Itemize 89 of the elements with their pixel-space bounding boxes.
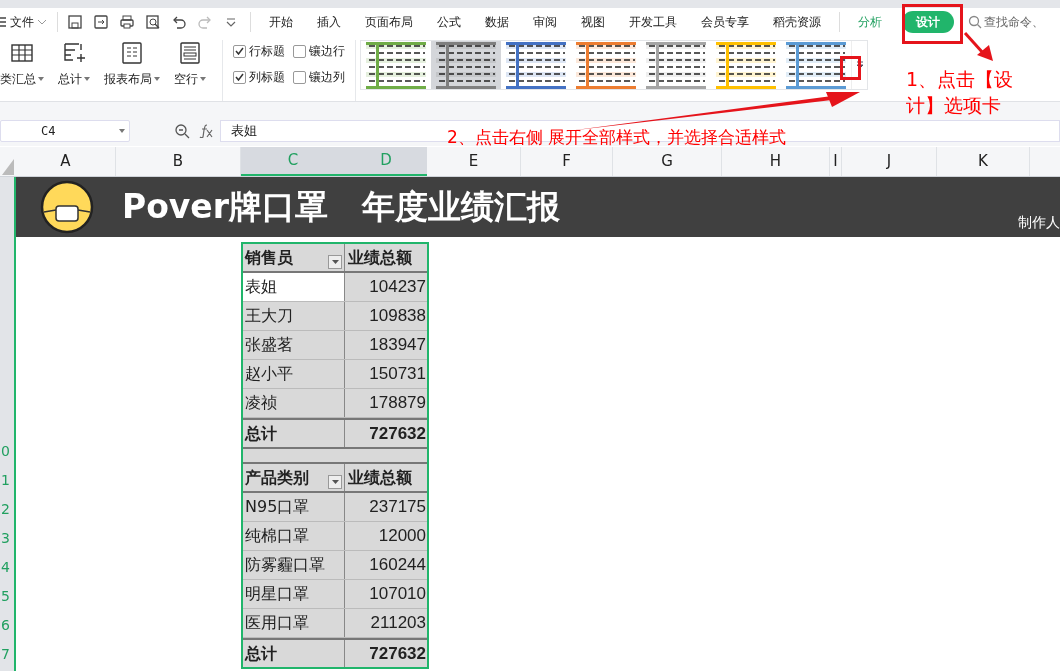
table-style-thumbnail[interactable] bbox=[431, 41, 501, 89]
ribbon-tab[interactable]: 稻壳资源 bbox=[761, 13, 833, 31]
ribbon-tab[interactable]: 会员专享 bbox=[689, 13, 761, 31]
table-cell[interactable]: 表姐 bbox=[243, 273, 345, 301]
caret-icon bbox=[119, 129, 125, 133]
checkbox[interactable]: 镶边行 bbox=[293, 42, 345, 60]
column-header[interactable]: I bbox=[830, 147, 842, 176]
annotation-arrow bbox=[963, 32, 993, 61]
ribbon-button[interactable]: 类汇总 bbox=[0, 40, 44, 88]
column-header[interactable]: J bbox=[842, 147, 937, 176]
ribbon-tab[interactable]: 插入 bbox=[305, 13, 353, 31]
table-cell[interactable]: 109838 bbox=[345, 302, 427, 330]
annotation-text: 1、点击【设计】选项卡 bbox=[906, 67, 1015, 118]
table-cell[interactable]: 明星口罩 bbox=[243, 580, 345, 608]
pivot-header: 业绩总额 bbox=[347, 466, 413, 489]
column-header[interactable]: K bbox=[937, 147, 1030, 176]
function-icon[interactable] bbox=[198, 124, 214, 138]
checkbox[interactable]: 行标题 bbox=[233, 42, 285, 60]
column-header[interactable]: H bbox=[722, 147, 830, 176]
table-cell[interactable]: 12000 bbox=[345, 522, 427, 550]
column-header[interactable]: F bbox=[521, 147, 613, 176]
filter-button[interactable] bbox=[328, 475, 342, 489]
table-cell[interactable]: 237175 bbox=[345, 493, 427, 521]
caret-icon bbox=[200, 77, 206, 81]
table-cell[interactable]: 183947 bbox=[345, 331, 427, 359]
table-cell[interactable]: 医用口罩 bbox=[243, 609, 345, 637]
column-header[interactable]: G bbox=[613, 147, 722, 176]
caret-icon bbox=[331, 260, 339, 264]
check-icon bbox=[235, 47, 244, 55]
zoom-out-icon[interactable] bbox=[174, 123, 190, 139]
table-cell[interactable]: 107010 bbox=[345, 580, 427, 608]
blank-row-icon bbox=[177, 40, 203, 66]
table-cell[interactable]: N95口罩 bbox=[243, 493, 345, 521]
highlight-box bbox=[902, 4, 963, 44]
column-header[interactable]: A bbox=[16, 147, 116, 176]
expand-icon bbox=[855, 61, 864, 69]
table-cell[interactable]: 总计 bbox=[243, 640, 345, 667]
table-cell[interactable]: 150731 bbox=[345, 360, 427, 388]
table-cell[interactable]: 211203 bbox=[345, 609, 427, 637]
menu-icon[interactable] bbox=[0, 16, 6, 28]
table-cell[interactable]: 赵小平 bbox=[243, 360, 345, 388]
caret-icon bbox=[154, 77, 160, 81]
save-icon[interactable] bbox=[67, 14, 83, 30]
table-cell[interactable]: 王大刀 bbox=[243, 302, 345, 330]
author-label: 制作人 bbox=[1018, 213, 1060, 232]
ribbon-tab[interactable]: 数据 bbox=[473, 13, 521, 31]
export-icon[interactable] bbox=[93, 14, 109, 30]
pivot-header: 业绩总额 bbox=[347, 246, 413, 269]
table-cell[interactable]: 凌祯 bbox=[243, 389, 345, 417]
ribbon-button[interactable]: 总计 bbox=[58, 40, 90, 88]
check-icon bbox=[235, 73, 244, 81]
print-icon[interactable] bbox=[119, 14, 135, 30]
search-icon bbox=[968, 15, 982, 29]
checkbox[interactable]: 镶边列 bbox=[293, 68, 345, 86]
caret-icon bbox=[38, 77, 44, 81]
table-cell[interactable]: 张盛茗 bbox=[243, 331, 345, 359]
face-mask-icon bbox=[40, 180, 94, 234]
ribbon-tab[interactable]: 开发工具 bbox=[617, 13, 689, 31]
pivot-header: 销售员 bbox=[245, 246, 293, 269]
table-cell[interactable]: 727632 bbox=[345, 420, 427, 447]
ribbon-tab[interactable]: 分析 bbox=[846, 13, 894, 31]
ribbon-button[interactable]: 报表布局 bbox=[104, 40, 160, 88]
pivot-header: 产品类别 bbox=[245, 466, 309, 489]
print-preview-icon[interactable] bbox=[145, 14, 161, 30]
filter-button[interactable] bbox=[328, 255, 342, 269]
table-cell[interactable]: 104237 bbox=[345, 273, 427, 301]
ribbon-tab[interactable]: 开始 bbox=[257, 13, 305, 31]
table-cell[interactable]: 纯棉口罩 bbox=[243, 522, 345, 550]
table-cell[interactable]: 防雾霾口罩 bbox=[243, 551, 345, 579]
chevron-down-icon[interactable] bbox=[37, 19, 47, 25]
ribbon-tab[interactable]: 视图 bbox=[569, 13, 617, 31]
caret-icon bbox=[84, 77, 90, 81]
ribbon-tab[interactable]: 审阅 bbox=[521, 13, 569, 31]
name-box[interactable]: C4 bbox=[0, 120, 130, 142]
ribbon-tab[interactable]: 页面布局 bbox=[353, 13, 425, 31]
undo-icon[interactable] bbox=[171, 14, 187, 30]
banner-title: Pover牌口罩 年度业绩汇报 bbox=[122, 186, 561, 229]
ribbon-button[interactable]: 空行 bbox=[174, 40, 206, 88]
ribbon-tab[interactable]: 公式 bbox=[425, 13, 473, 31]
table-cell[interactable]: 160244 bbox=[345, 551, 427, 579]
caret-icon bbox=[331, 480, 339, 484]
table-cell[interactable]: 178879 bbox=[345, 389, 427, 417]
column-header[interactable]: E bbox=[427, 147, 521, 176]
report-layout-icon bbox=[119, 40, 145, 66]
highlight-box bbox=[840, 56, 861, 80]
table-cell[interactable]: 727632 bbox=[345, 640, 427, 667]
checkbox[interactable]: 列标题 bbox=[233, 68, 285, 86]
file-menu[interactable]: 文件 bbox=[6, 8, 53, 36]
search-field[interactable]: 查找命令、 bbox=[968, 13, 1044, 31]
